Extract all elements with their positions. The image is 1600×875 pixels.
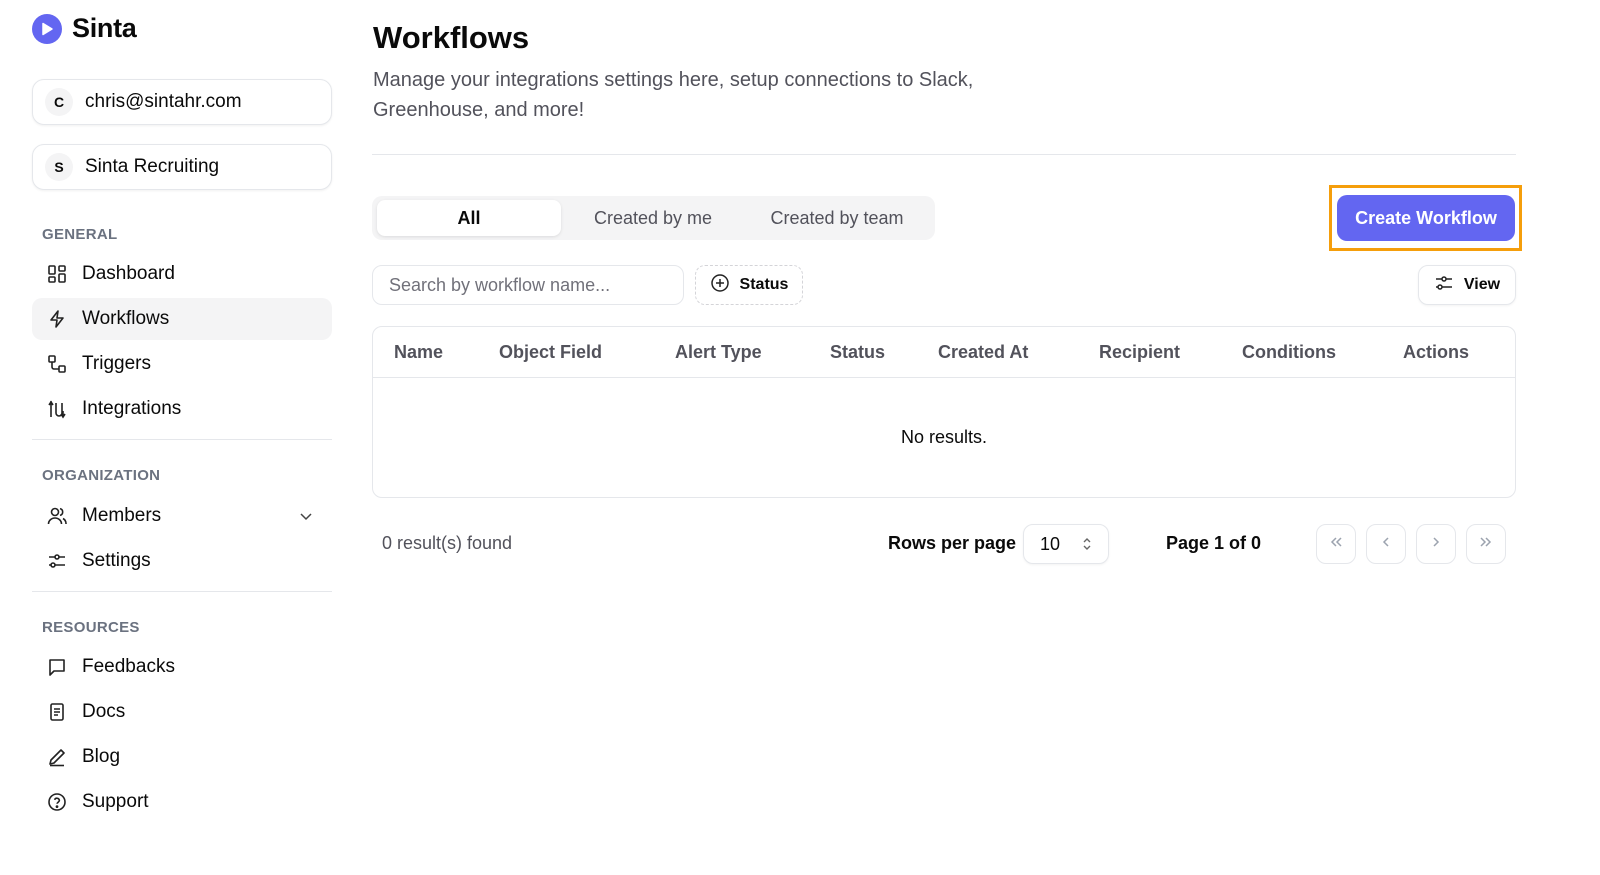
chevron-up-down-icon — [1080, 535, 1094, 558]
chevron-down-icon[interactable] — [296, 506, 316, 526]
last-page-button[interactable] — [1466, 524, 1506, 564]
first-page-button[interactable] — [1316, 524, 1356, 564]
user-email: chris@sintahr.com — [85, 91, 242, 112]
sidebar-item-integrations[interactable]: Integrations — [32, 388, 332, 430]
chevron-right-icon — [1427, 533, 1445, 556]
chevrons-right-icon — [1477, 533, 1495, 556]
sidebar-divider — [32, 591, 332, 592]
tab-created-by-team[interactable]: Created by team — [745, 200, 929, 236]
column-header-status[interactable]: Status — [830, 342, 885, 363]
sliders-icon — [46, 550, 68, 572]
sidebar: Sinta C chris@sintahr.com S Sinta Recrui… — [0, 0, 360, 875]
message-icon — [46, 656, 68, 678]
triggers-icon — [46, 353, 68, 375]
status-filter-label: Status — [739, 276, 789, 293]
sidebar-item-triggers[interactable]: Triggers — [32, 343, 332, 385]
user-account-switcher[interactable]: C chris@sintahr.com — [32, 79, 332, 125]
empty-table-message: No results. — [900, 427, 988, 447]
section-heading-organization: ORGANIZATION — [42, 467, 161, 484]
sidebar-item-support[interactable]: Support — [32, 781, 332, 823]
sidebar-item-label: Integrations — [82, 398, 182, 419]
status-filter-button[interactable]: Status — [695, 265, 803, 305]
previous-page-button[interactable] — [1366, 524, 1406, 564]
sidebar-item-label: Triggers — [82, 353, 151, 374]
sidebar-item-feedbacks[interactable]: Feedbacks — [32, 646, 332, 688]
sidebar-item-label: Workflows — [82, 308, 170, 329]
search-input[interactable] — [372, 265, 684, 305]
users-icon — [46, 505, 68, 527]
sidebar-item-blog[interactable]: Blog — [32, 736, 332, 778]
table-header: Name Object Field Alert Type Status Crea… — [373, 327, 1515, 378]
sidebar-item-settings[interactable]: Settings — [32, 540, 332, 582]
view-label: View — [1463, 276, 1501, 293]
header-divider — [372, 154, 1516, 155]
sliders-icon — [1434, 273, 1454, 298]
sidebar-item-label: Members — [82, 505, 162, 526]
help-circle-icon — [46, 791, 68, 813]
column-header-name[interactable]: Name — [394, 342, 443, 363]
document-icon — [46, 701, 68, 723]
sidebar-item-dashboard[interactable]: Dashboard — [32, 253, 332, 295]
column-header-recipient[interactable]: Recipient — [1099, 342, 1180, 363]
brand-name: Sinta — [72, 13, 137, 43]
column-header-actions[interactable]: Actions — [1403, 342, 1469, 363]
page-title: Workflows — [373, 20, 530, 55]
section-heading-general: GENERAL — [42, 226, 118, 243]
sidebar-item-label: Feedbacks — [82, 656, 175, 677]
sidebar-item-docs[interactable]: Docs — [32, 691, 332, 733]
workflows-table: Name Object Field Alert Type Status Crea… — [372, 326, 1516, 498]
chevron-left-icon — [1377, 533, 1395, 556]
page-description: Manage your integrations settings here, … — [373, 69, 974, 121]
org-avatar: S — [45, 153, 73, 181]
pen-icon — [46, 746, 68, 768]
tab-created-by-me[interactable]: Created by me — [571, 200, 735, 236]
dashboard-icon — [46, 263, 68, 285]
page-indicator: Page 1 of 0 — [1166, 533, 1262, 553]
column-header-object-field[interactable]: Object Field — [499, 342, 602, 363]
org-name: Sinta Recruiting — [85, 156, 220, 177]
column-header-conditions[interactable]: Conditions — [1242, 342, 1336, 363]
rows-per-page-select[interactable]: 10 — [1023, 524, 1109, 564]
sidebar-item-label: Support — [82, 791, 149, 812]
results-count: 0 result(s) found — [382, 533, 513, 553]
plus-circle-icon — [710, 273, 730, 298]
sidebar-item-workflows[interactable]: Workflows — [32, 298, 332, 340]
sidebar-item-label: Blog — [82, 746, 121, 767]
sidebar-item-label: Settings — [82, 550, 151, 571]
sidebar-item-members[interactable]: Members — [32, 495, 332, 537]
next-page-button[interactable] — [1416, 524, 1456, 564]
chevrons-left-icon — [1327, 533, 1345, 556]
tab-all[interactable]: All — [377, 200, 561, 236]
view-options-button[interactable]: View — [1418, 265, 1516, 305]
column-header-alert-type[interactable]: Alert Type — [675, 342, 762, 363]
rows-per-page-label: Rows per page — [888, 533, 1017, 553]
section-heading-resources: RESOURCES — [42, 619, 140, 636]
organization-switcher[interactable]: S Sinta Recruiting — [32, 144, 332, 190]
create-workflow-button[interactable]: Create Workflow — [1337, 195, 1515, 241]
brand[interactable]: Sinta — [32, 13, 137, 44]
workflow-filter-tabs: All Created by me Created by team — [372, 196, 935, 240]
sinta-logo-icon — [32, 13, 62, 44]
sidebar-divider — [32, 439, 332, 440]
integrations-icon — [46, 398, 68, 420]
rows-per-page-value: 10 — [1040, 533, 1061, 554]
lightning-icon — [46, 308, 68, 330]
user-avatar: C — [45, 88, 73, 116]
column-header-created-at[interactable]: Created At — [938, 342, 1028, 363]
sidebar-item-label: Docs — [82, 701, 126, 722]
sidebar-item-label: Dashboard — [82, 263, 175, 284]
